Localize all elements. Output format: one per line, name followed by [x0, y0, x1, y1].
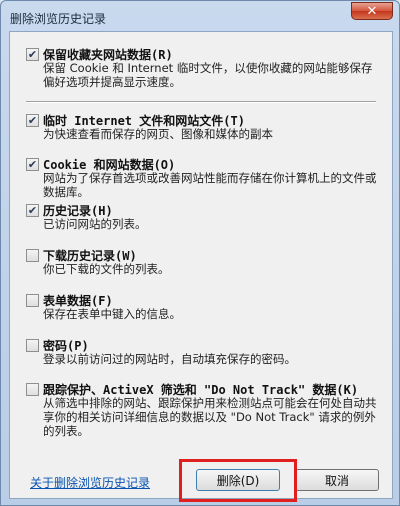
checkbox-preserve-favorites[interactable]: ✔ — [26, 48, 39, 61]
checkbox-history[interactable]: ✔ — [26, 204, 39, 217]
option-description: 登录以前访问过的网站时，自动填充保存的密码。 — [43, 352, 296, 366]
option-description: 保留 Cookie 和 Internet 临时文件，以使你收藏的网站能够保存偏好… — [43, 61, 373, 89]
delete-browsing-history-dialog: 删除浏览历史记录 ✕ ✔ 保留收藏夹网站数据(R) 保留 Cookie 和 In… — [0, 0, 400, 506]
option-description: 保存在表单中键入的信息。 — [43, 307, 181, 321]
cancel-button[interactable]: 取消 — [295, 469, 379, 491]
checkbox-temp-files[interactable]: ✔ — [26, 114, 39, 127]
option-description: 为快速查看而保存的网页、图像和媒体的副本 — [43, 127, 273, 141]
separator — [26, 101, 376, 103]
option-description: 已访问网站的列表。 — [43, 217, 147, 231]
checkbox-passwords[interactable] — [26, 339, 39, 352]
highlight-box — [179, 459, 297, 502]
checkbox-tracking-protection[interactable] — [26, 383, 39, 396]
checkbox-cookies[interactable]: ✔ — [26, 158, 39, 171]
option-description: 从筛选中排除的网站、跟踪保护用来检测站点可能会在何处自动共享你的相关访问详细信息… — [43, 396, 377, 438]
close-icon[interactable]: ✕ — [351, 2, 393, 20]
checkbox-form-data[interactable] — [26, 294, 39, 307]
title-bar[interactable]: 删除浏览历史记录 ✕ — [1, 1, 399, 31]
dialog-body: ✔ 保留收藏夹网站数据(R) 保留 Cookie 和 Internet 临时文件… — [9, 31, 393, 502]
checkbox-download-history[interactable] — [26, 249, 39, 262]
dialog-title: 删除浏览历史记录 — [10, 12, 107, 26]
option-description: 网站为了保存首选项或改善网站性能而存储在你计算机上的文件或数据库。 — [43, 171, 377, 199]
option-description: 你已下载的文件的列表。 — [43, 262, 170, 276]
help-link[interactable]: 关于删除浏览历史记录 — [30, 474, 150, 491]
